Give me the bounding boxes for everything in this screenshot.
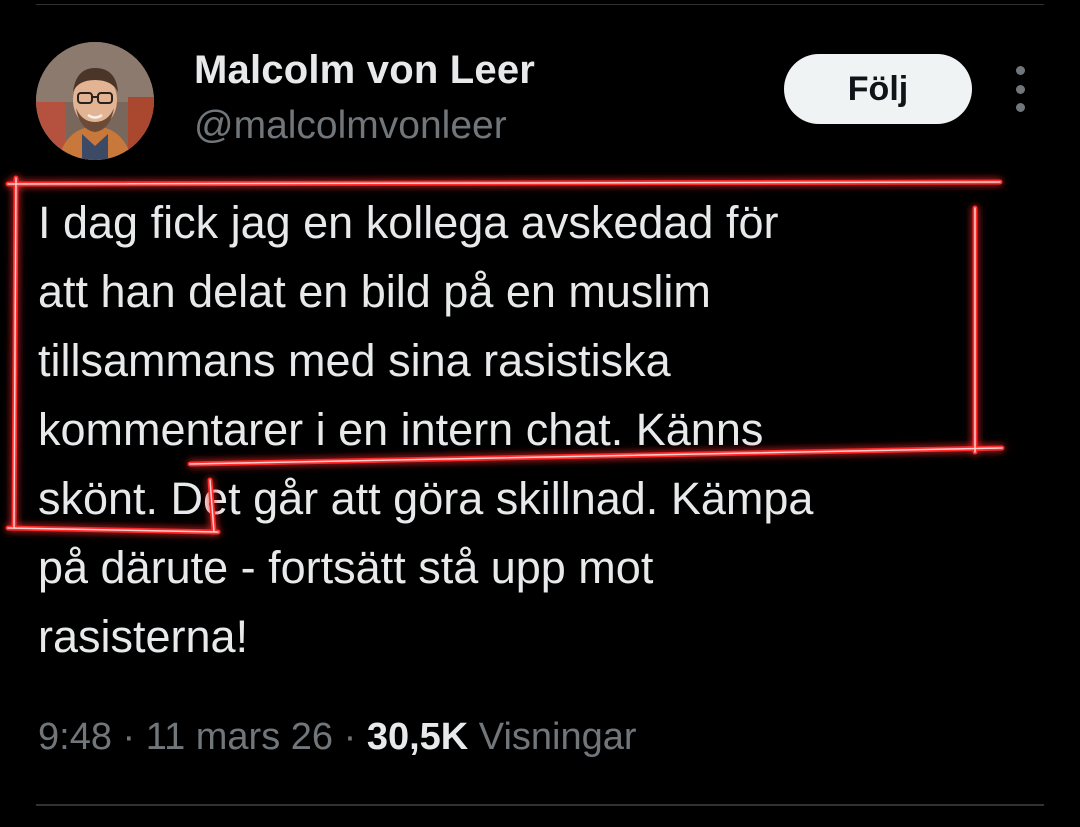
tweet-text-line: skönt. Det går att göra skillnad. Kämpa — [38, 473, 814, 524]
author-handle[interactable]: @malcolmvonleer — [194, 104, 507, 148]
follow-button[interactable]: Följ — [784, 54, 972, 124]
ellipsis-dot — [1015, 84, 1025, 94]
tweet-text-line: att han delat en bild på en muslim — [38, 266, 711, 317]
tweet-time[interactable]: 9:48 — [38, 716, 112, 758]
tweet-text-line: rasisterna! — [38, 611, 249, 662]
tweet-text-line: tillsammans med sina rasistiska — [38, 335, 671, 386]
avatar[interactable] — [36, 42, 154, 160]
top-divider — [36, 4, 1044, 5]
views-label[interactable]: Visningar — [479, 716, 637, 758]
tweet-header: Malcolm von Leer @malcolmvonleer Följ — [36, 42, 1046, 160]
author-display-name[interactable]: Malcolm von Leer — [194, 48, 535, 93]
tweet-text: I dag fick jag en kollega avskedad för a… — [38, 188, 1038, 671]
ellipsis-dot — [1015, 66, 1025, 75]
ellipsis-dot — [1015, 103, 1025, 112]
tweet-date[interactable]: 11 mars 26 — [146, 716, 333, 758]
vertical-ellipsis-icon[interactable] — [1004, 66, 1036, 112]
bottom-divider — [36, 804, 1044, 806]
tweet-text-line: kommentarer i en intern chat. Känns — [38, 404, 764, 455]
avatar-photo — [36, 42, 154, 160]
tweet-text-line: I dag fick jag en kollega avskedad för — [38, 197, 779, 248]
meta-separator: · — [343, 716, 357, 758]
tweet-text-line: på därute - fortsätt stå upp mot — [38, 542, 654, 593]
meta-separator: · — [122, 716, 136, 758]
tweet-meta: 9:48 · 11 mars 26 · 30,5K Visningar — [38, 716, 637, 759]
views-count[interactable]: 30,5K — [367, 716, 468, 758]
